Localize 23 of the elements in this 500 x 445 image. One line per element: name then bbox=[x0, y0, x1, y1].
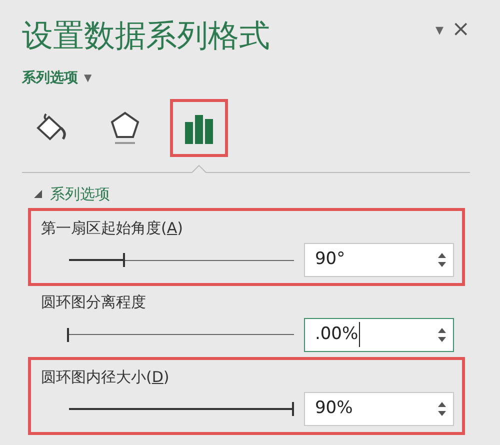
setting-label: 圆环图分离程度 bbox=[41, 292, 147, 313]
slider[interactable] bbox=[69, 253, 294, 267]
pentagon-icon bbox=[109, 110, 141, 146]
pane-title: 设置数据系列格式 bbox=[22, 17, 270, 56]
slider[interactable] bbox=[69, 402, 294, 416]
section-title: 系列选项 bbox=[50, 184, 110, 205]
bar-chart-icon bbox=[183, 112, 215, 144]
setting-label: 圆环图内径大小(D) bbox=[41, 366, 170, 388]
value-text: 90° bbox=[314, 248, 346, 272]
slider-thumb[interactable] bbox=[123, 253, 126, 267]
value-text: .00% bbox=[314, 322, 360, 348]
value-text: 90% bbox=[314, 397, 354, 420]
format-tab[interactable] bbox=[170, 99, 228, 157]
spin-box[interactable]: .00% bbox=[304, 318, 454, 352]
slider-thumb[interactable] bbox=[292, 402, 294, 416]
close-button[interactable]: × bbox=[452, 19, 470, 41]
spin-box[interactable]: 90° bbox=[304, 243, 454, 277]
setting-label: 第一扇区起始角度(A) bbox=[41, 218, 184, 238]
spin-box[interactable]: 90% bbox=[304, 392, 454, 426]
slider[interactable] bbox=[69, 328, 294, 342]
options-dropdown[interactable]: 系列选项 ▼ bbox=[22, 68, 92, 89]
collapse-triangle-icon[interactable] bbox=[34, 190, 42, 198]
pane-menu-button[interactable]: ▾ bbox=[436, 18, 444, 42]
